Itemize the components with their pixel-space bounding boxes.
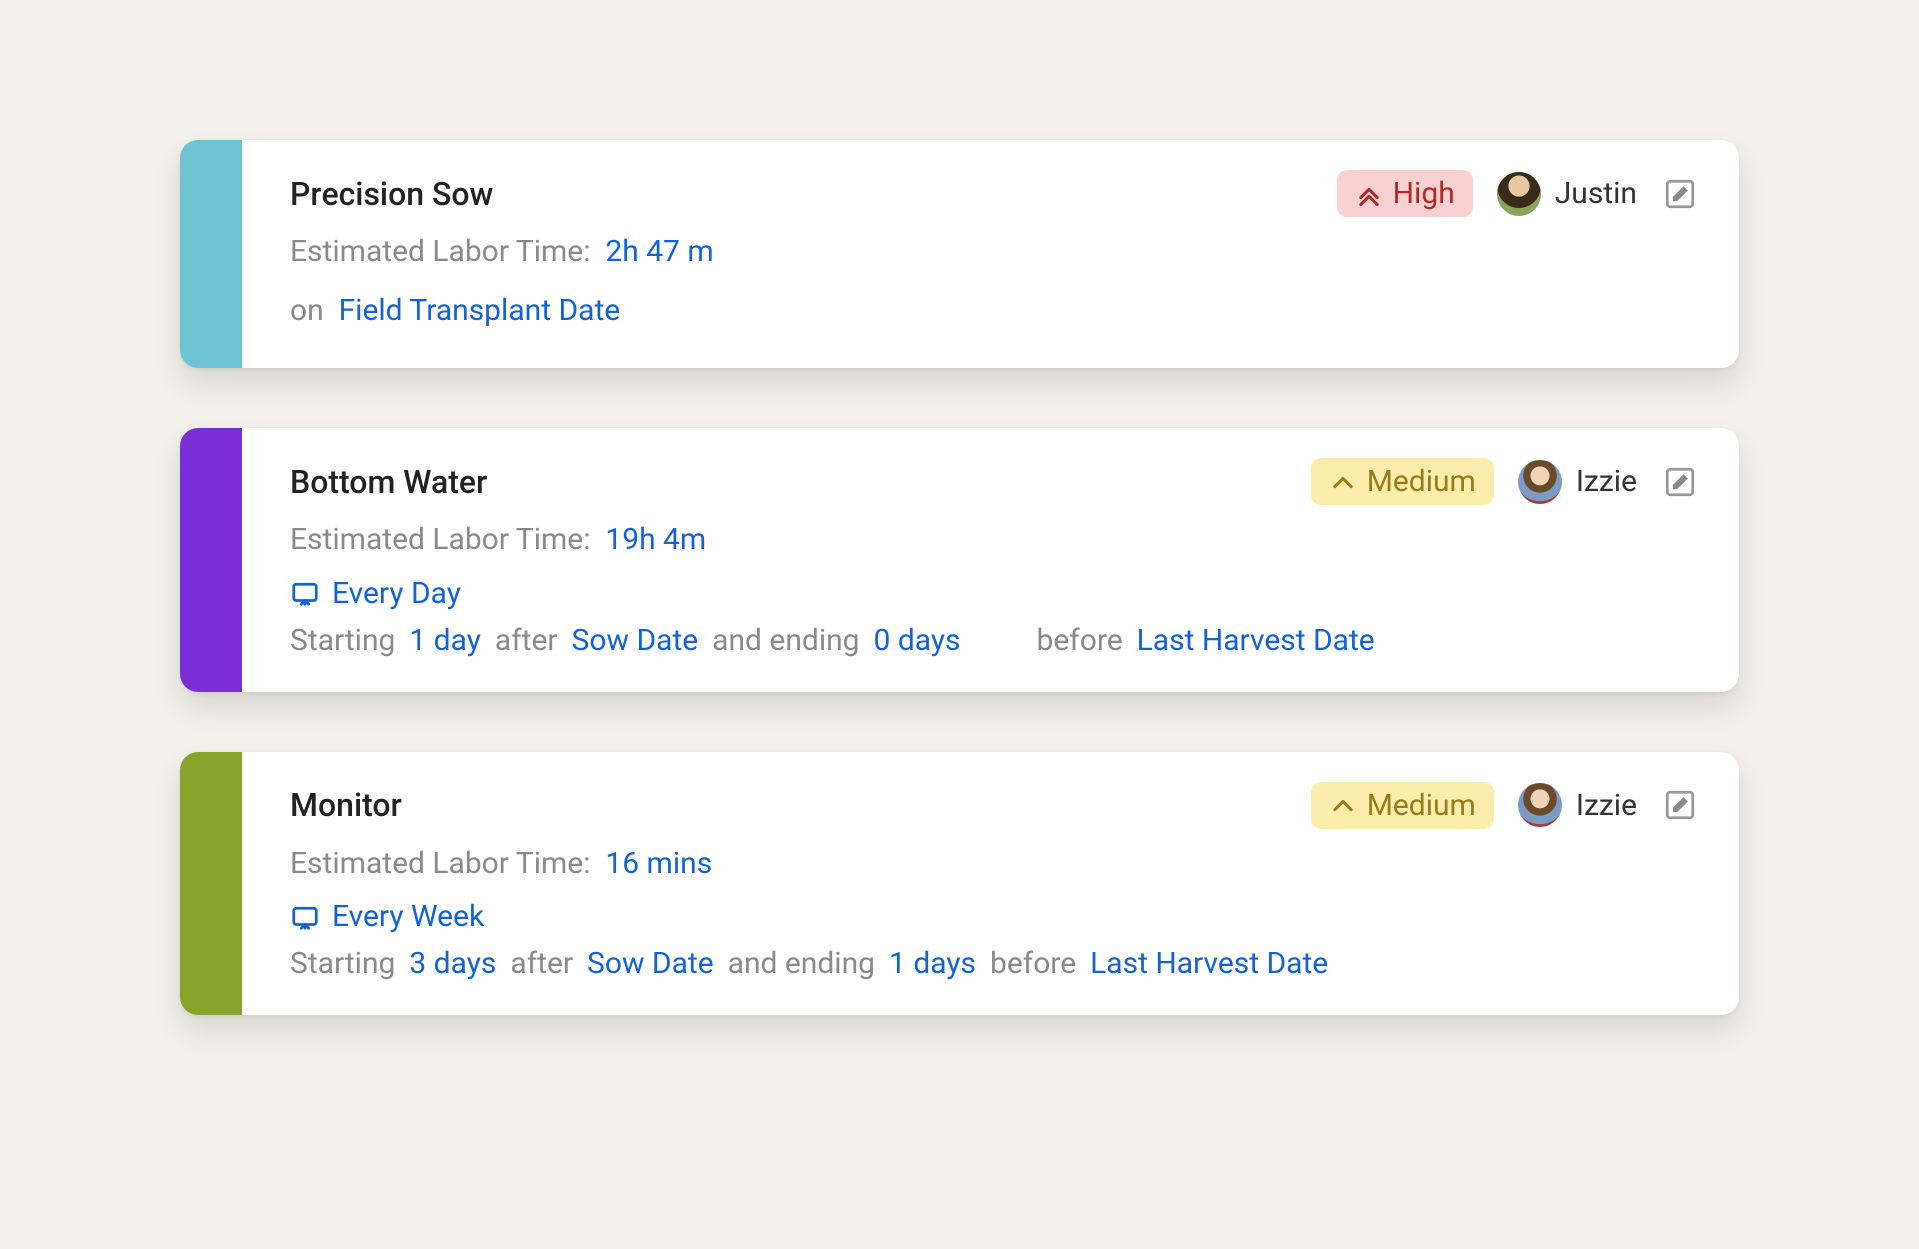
card-body: Precision Sow High Justin Estimated Labor T… [242,140,1739,368]
repeat-label: Every Week [332,899,484,934]
start-event[interactable]: Sow Date [587,946,714,981]
chevron-up-icon [1329,791,1357,819]
pencil-icon [1663,177,1697,211]
single-date-row: on Field Transplant Date [290,288,1699,335]
header-right-cluster: Medium Izzie [1311,458,1699,505]
double-chevron-up-icon [1355,180,1383,208]
header-right-cluster: High Justin [1337,170,1699,217]
starting-label: Starting [290,946,395,981]
pencil-icon [1663,465,1697,499]
estimated-labor-row: Estimated Labor Time: 16 mins [290,841,1699,888]
before-label: before [990,946,1076,981]
avatar [1497,172,1541,216]
repeat-row[interactable]: Every Week [290,899,1699,934]
task-title: Precision Sow [290,175,493,213]
after-label: after [510,946,573,981]
accent-bar [180,752,242,1016]
edit-button[interactable] [1661,786,1699,824]
end-offset[interactable]: 0 days [874,623,961,658]
repeat-icon [290,578,320,608]
task-card[interactable]: Monitor Medium Izzie Estimated Labor Time: … [180,752,1739,1016]
assignee[interactable]: Izzie [1518,783,1637,827]
task-card[interactable]: Precision Sow High Justin Estimated Labor T… [180,140,1739,368]
priority-badge[interactable]: High [1337,170,1473,217]
task-list: Precision Sow High Justin Estimated Labor T… [180,140,1739,1015]
estimated-labor-value[interactable]: 16 mins [605,846,712,881]
chevron-up-icon [1329,468,1357,496]
priority-label: Medium [1367,788,1476,823]
pencil-icon [1663,788,1697,822]
repeat-row[interactable]: Every Day [290,576,1699,611]
task-title: Monitor [290,786,402,824]
edit-button[interactable] [1661,175,1699,213]
before-label: before [1037,623,1123,658]
start-offset[interactable]: 1 day [409,623,481,658]
card-body: Bottom Water Medium Izzie Estimated Labor T… [242,428,1739,692]
and-ending-label: and ending [712,623,859,658]
starting-label: Starting [290,623,395,658]
schedule-row: Starting 3 days after Sow Date and ending 1 d… [290,946,1699,981]
accent-bar [180,428,242,692]
assignee-name: Justin [1555,176,1637,211]
header-right-cluster: Medium Izzie [1311,782,1699,829]
schedule-row: Starting 1 day after Sow Date and ending 0 da… [290,623,1699,658]
priority-badge[interactable]: Medium [1311,458,1494,505]
repeat-label: Every Day [332,576,461,611]
edit-button[interactable] [1661,463,1699,501]
end-offset[interactable]: 1 days [889,946,976,981]
card-header-row: Bottom Water Medium Izzie [290,458,1699,505]
priority-badge[interactable]: Medium [1311,782,1494,829]
card-body: Monitor Medium Izzie Estimated Labor Time: … [242,752,1739,1016]
estimated-labor-label: Estimated Labor Time: [290,234,590,269]
task-title: Bottom Water [290,463,487,501]
single-date-event[interactable]: Field Transplant Date [339,293,621,328]
accent-bar [180,140,242,368]
estimated-labor-row: Estimated Labor Time: 19h 4m [290,517,1699,564]
on-label: on [290,293,324,328]
avatar [1518,460,1562,504]
estimated-labor-row: Estimated Labor Time: 2h 47 m [290,229,1699,276]
priority-label: High [1393,176,1455,211]
start-event[interactable]: Sow Date [572,623,699,658]
assignee[interactable]: Justin [1497,172,1637,216]
start-offset[interactable]: 3 days [409,946,496,981]
avatar [1518,783,1562,827]
assignee[interactable]: Izzie [1518,460,1637,504]
assignee-name: Izzie [1576,788,1637,823]
estimated-labor-label: Estimated Labor Time: [290,522,590,557]
task-card[interactable]: Bottom Water Medium Izzie Estimated Labor T… [180,428,1739,692]
estimated-labor-label: Estimated Labor Time: [290,846,590,881]
end-event[interactable]: Last Harvest Date [1090,946,1328,981]
card-header-row: Monitor Medium Izzie [290,782,1699,829]
assignee-name: Izzie [1576,464,1637,499]
priority-label: Medium [1367,464,1476,499]
repeat-icon [290,902,320,932]
and-ending-label: and ending [728,946,875,981]
card-header-row: Precision Sow High Justin [290,170,1699,217]
estimated-labor-value[interactable]: 2h 47 m [605,234,713,269]
after-label: after [495,623,558,658]
end-event[interactable]: Last Harvest Date [1137,623,1375,658]
estimated-labor-value[interactable]: 19h 4m [605,522,706,557]
